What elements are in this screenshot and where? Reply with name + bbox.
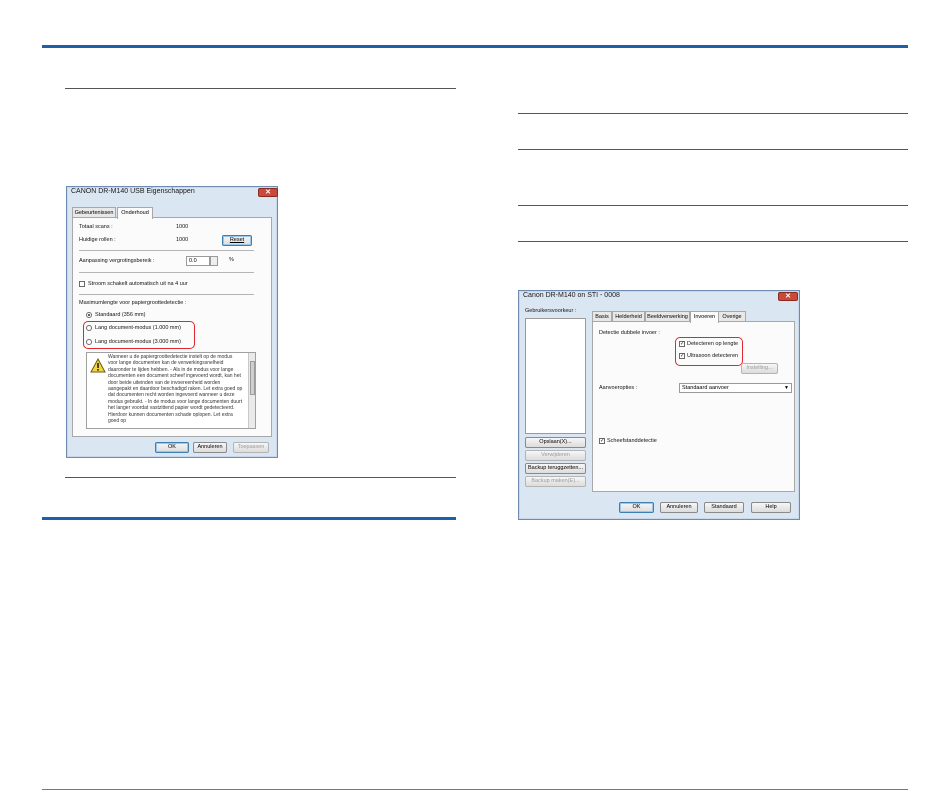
section-divider xyxy=(65,477,456,478)
feed-adjust-label: Aanpassing vergrotingsbereik : xyxy=(79,258,155,264)
radio-long-1000[interactable] xyxy=(86,325,92,331)
skew-label: Scheefstanddetectie xyxy=(607,438,657,444)
feed-options-value: Standaard aanvoer xyxy=(682,385,729,391)
ok-button[interactable]: OK xyxy=(155,442,189,453)
settings-button[interactable]: Instelling... xyxy=(741,363,778,374)
tab-gebeurtenissen[interactable]: Gebeurtenissen xyxy=(72,207,116,217)
scrollbar[interactable] xyxy=(248,353,255,428)
skew-checkbox[interactable]: ✓ xyxy=(599,438,605,444)
dialog-title: Canon DR-M140 on STI - 0008 xyxy=(523,292,620,299)
power-off-checkbox[interactable] xyxy=(79,281,85,287)
tab-beeldverwerking[interactable]: Beeldverwerking xyxy=(645,311,690,321)
radio-long-3000[interactable] xyxy=(86,339,92,345)
radio-standard-label: Standaard (356 mm) xyxy=(95,312,146,318)
warning-icon xyxy=(90,358,106,373)
apply-button[interactable]: Toepassen xyxy=(233,442,269,453)
reset-button[interactable]: Reset xyxy=(222,235,252,246)
tab-panel-onderhoud: Onderhoud Totaal scans : 1000 Huidige ro… xyxy=(72,207,272,437)
radio-long-1000-label: Lang document-modus (1.000 mm) xyxy=(95,325,181,331)
detect-length-label: Detecteren op lengte xyxy=(687,341,739,347)
save-button[interactable]: Opslaan(X)... xyxy=(525,437,586,448)
ok-button[interactable]: OK xyxy=(619,502,654,513)
cancel-button[interactable]: Annuleren xyxy=(193,442,227,453)
make-backup-button[interactable]: Backup maken(E)... xyxy=(525,476,586,487)
section-divider xyxy=(518,205,908,206)
section-end-rule xyxy=(42,517,456,520)
total-scans-label: Totaal scans : xyxy=(79,224,113,230)
footer-rule xyxy=(42,789,908,790)
close-icon: ✕ xyxy=(785,293,791,300)
current-rolls-value: 1000 xyxy=(176,237,189,243)
radio-standard[interactable] xyxy=(86,312,92,318)
feed-options-label: Aanvoeropties : xyxy=(599,385,638,391)
scrollbar-thumb[interactable] xyxy=(250,361,255,395)
power-off-label: Stroom schakelt automatisch uit na 4 uur xyxy=(88,281,188,287)
tab-invoeren[interactable]: Invoeren xyxy=(690,311,719,323)
total-scans-value: 1000 xyxy=(176,224,189,230)
tab-overige[interactable]: Overige xyxy=(718,311,746,321)
feed-adjust-unit: % xyxy=(229,257,234,263)
tab-onderhoud[interactable]: Onderhoud xyxy=(117,207,153,219)
default-button[interactable]: Standaard xyxy=(704,502,744,513)
section-divider xyxy=(518,149,908,150)
warning-box: Wanneer u de papiergroottedetectie inste… xyxy=(86,352,256,429)
double-feed-label: Detectie dubbele invoer : xyxy=(599,330,660,336)
close-button[interactable]: ✕ xyxy=(778,292,798,301)
feed-adjust-stepper[interactable] xyxy=(210,256,218,266)
chevron-down-icon: ▼ xyxy=(784,385,789,391)
section-divider xyxy=(518,241,908,242)
section-divider xyxy=(65,88,456,89)
help-button[interactable]: Help xyxy=(751,502,791,513)
max-length-label: Maximumlengte voor papiergroottedetectie… xyxy=(79,300,187,306)
tab-helderheid[interactable]: Helderheid xyxy=(612,311,645,321)
user-prefs-label: Gebruikersvoorkeur : xyxy=(525,308,577,314)
detect-ultrasonic-checkbox[interactable]: ✓ xyxy=(679,353,685,359)
separator xyxy=(79,272,254,273)
tab-panel-invoeren: Invoeren Detectie dubbele invoer : ✓ Det… xyxy=(592,311,795,492)
restore-backup-button[interactable]: Backup teruggzetten... xyxy=(525,463,586,474)
close-icon: ✕ xyxy=(265,189,271,196)
user-prefs-list[interactable] xyxy=(525,318,586,434)
delete-button[interactable]: Verwijderen xyxy=(525,450,586,461)
close-button[interactable]: ✕ xyxy=(258,188,278,197)
section-divider xyxy=(518,113,908,114)
properties-dialog: CANON DR-M140 USB Eigenschappen ✕ Gebeur… xyxy=(66,186,278,458)
separator xyxy=(79,294,254,295)
current-rolls-label: Huidige rollen : xyxy=(79,237,116,243)
radio-long-3000-label: Lang document-modus (3.000 mm) xyxy=(95,339,181,345)
separator xyxy=(79,250,254,251)
tab-basis[interactable]: Basis xyxy=(592,311,612,321)
detect-length-checkbox[interactable]: ✓ xyxy=(679,341,685,347)
detect-ultrasonic-label: Ultrasoon detecteren xyxy=(687,353,739,359)
warning-text: Wanneer u de papiergroottedetectie inste… xyxy=(108,354,243,425)
cancel-button[interactable]: Annuleren xyxy=(660,502,698,513)
scanner-settings-dialog: Canon DR-M140 on STI - 0008 ✕ Gebruikers… xyxy=(518,290,800,520)
header-rule xyxy=(42,45,908,48)
feed-options-select[interactable]: Standaard aanvoer ▼ xyxy=(679,383,792,393)
feed-adjust-input[interactable]: 0.0 xyxy=(186,256,210,266)
dialog-title: CANON DR-M140 USB Eigenschappen xyxy=(71,188,195,195)
